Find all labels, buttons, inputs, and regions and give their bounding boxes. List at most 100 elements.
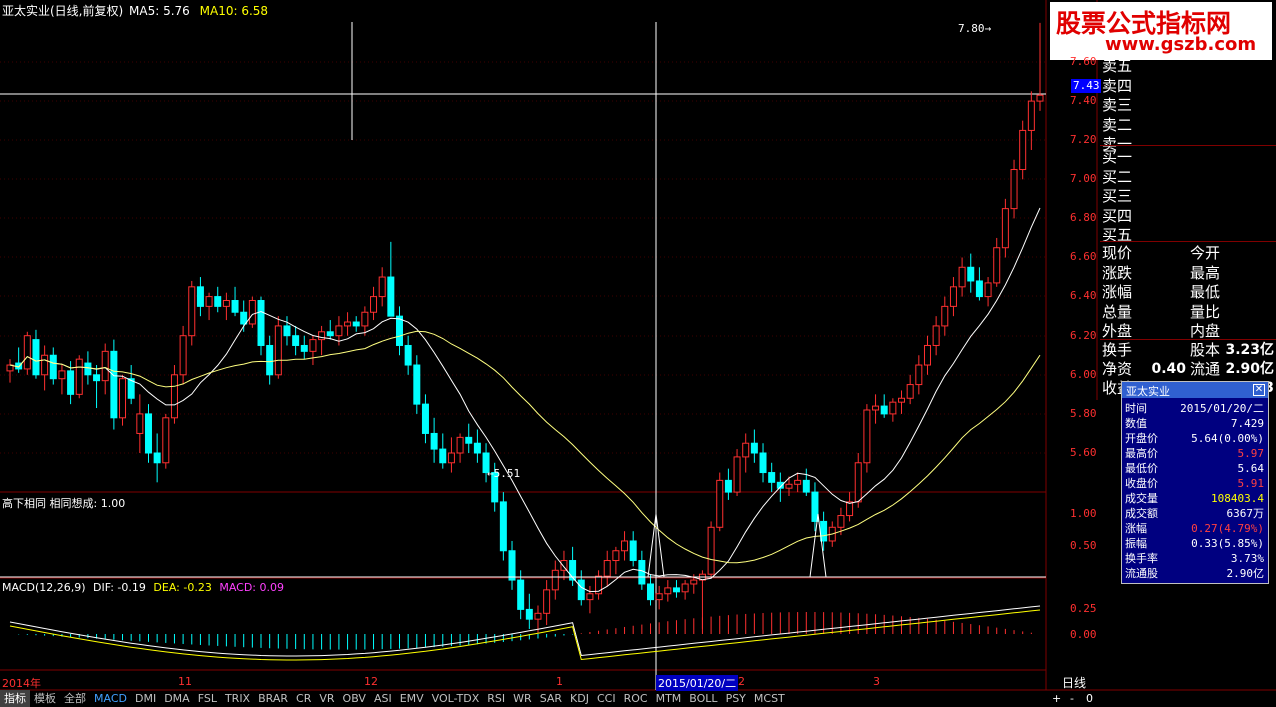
indicator-tab-fsl[interactable]: FSL bbox=[194, 690, 221, 707]
candle-body bbox=[93, 374, 101, 382]
candle-body bbox=[170, 374, 178, 419]
close-icon[interactable]: ✕ bbox=[1253, 384, 1265, 396]
candle-body bbox=[716, 479, 724, 528]
price-tick: 7.40 bbox=[1070, 94, 1097, 107]
candle-body bbox=[742, 442, 750, 458]
candle-body bbox=[923, 344, 931, 366]
candle-body bbox=[196, 286, 204, 307]
candle-body bbox=[837, 515, 845, 528]
candle-body bbox=[941, 305, 949, 327]
candle-body bbox=[222, 300, 230, 307]
candle-body bbox=[690, 579, 698, 585]
dea-line bbox=[9, 609, 1041, 661]
stat-label: 最低 bbox=[1190, 283, 1221, 301]
sell-level-label: 卖三 bbox=[1102, 96, 1133, 114]
indicator-tab-trix[interactable]: TRIX bbox=[221, 690, 254, 707]
candle-body bbox=[361, 311, 369, 327]
indicator-tab-sar[interactable]: SAR bbox=[536, 690, 566, 707]
indicator-tab-vol-tdx[interactable]: VOL-TDX bbox=[428, 690, 484, 707]
info-row: 换手率 3.73% bbox=[1122, 551, 1268, 566]
info-row: 涨幅 0.27(4.79%) bbox=[1122, 521, 1268, 536]
zoom-in-button[interactable]: + bbox=[1052, 690, 1061, 707]
candle-body bbox=[1036, 94, 1044, 102]
candle-body bbox=[266, 344, 274, 376]
candle-body bbox=[214, 296, 222, 307]
net-assets-label: 净资 bbox=[1102, 360, 1133, 378]
candle-body bbox=[404, 344, 412, 366]
candle-body bbox=[58, 370, 66, 380]
divider bbox=[1100, 145, 1276, 146]
stat-label: 量比 bbox=[1190, 302, 1221, 321]
candle-body bbox=[551, 569, 559, 591]
indicator-tab-kdj[interactable]: KDJ bbox=[566, 690, 593, 707]
divider bbox=[1100, 241, 1276, 242]
buy-level-label: 买五 bbox=[1102, 226, 1133, 244]
sell-level-label: 卖四 bbox=[1102, 76, 1133, 95]
candle-body bbox=[1010, 169, 1018, 210]
stat-label: 现价 bbox=[1102, 244, 1133, 262]
candle-body bbox=[1027, 100, 1035, 131]
info-value: 0.33(5.85%) bbox=[1191, 537, 1264, 550]
price-tick: 6.40 bbox=[1070, 289, 1097, 302]
candle-body bbox=[370, 296, 378, 313]
indicator-tab-vr[interactable]: VR bbox=[315, 690, 338, 707]
indicator-tab-brar[interactable]: BRAR bbox=[254, 690, 292, 707]
candle-body bbox=[846, 501, 854, 517]
candle-body bbox=[655, 593, 663, 601]
info-value: 2.90亿 bbox=[1226, 567, 1265, 580]
macd-title: MACD(12,26,9) DIF: -0.19 DEA: -0.23 MACD… bbox=[2, 581, 284, 594]
indicator-tab-wr[interactable]: WR bbox=[509, 690, 536, 707]
indicator-tab-mtm[interactable]: MTM bbox=[652, 690, 686, 707]
indicator-tab-obv[interactable]: OBV bbox=[339, 690, 370, 707]
info-key: 流通股 bbox=[1125, 567, 1158, 580]
candle-body bbox=[984, 282, 992, 298]
candle-body bbox=[119, 378, 127, 419]
buy-level-label: 买二 bbox=[1102, 167, 1133, 186]
indicator-tab-rsi[interactable]: RSI bbox=[483, 690, 509, 707]
indicator-tab-模板[interactable]: 模板 bbox=[30, 690, 60, 707]
indicator-tab-全部[interactable]: 全部 bbox=[60, 690, 90, 707]
info-popup[interactable]: 亚太实业 ✕ 时间 2015/01/20/二 数值 7.429 开盘价 5.64(0.00… bbox=[1121, 381, 1269, 584]
price-tick: 5.60 bbox=[1070, 446, 1097, 459]
candle-body bbox=[621, 540, 629, 552]
zoom-out-button[interactable]: - bbox=[1070, 690, 1074, 707]
indicator-tab-roc[interactable]: ROC bbox=[620, 690, 652, 707]
candle-body bbox=[586, 593, 594, 601]
sell-level-label: 卖二 bbox=[1102, 115, 1133, 134]
info-row: 振幅 0.33(5.85%) bbox=[1122, 536, 1268, 551]
indicator-toolbar: 指标 模板 全部 MACD DMI DMA FSL TRIX BRAR CR VR OBV ASI EMV… bbox=[0, 690, 1050, 707]
indicator-tab-psy[interactable]: PSY bbox=[722, 690, 750, 707]
date-label: 11 bbox=[178, 675, 192, 688]
date-label: 2 bbox=[738, 675, 745, 688]
indicator-tab-macd[interactable]: MACD bbox=[90, 690, 131, 707]
candle-body bbox=[898, 397, 906, 403]
indicator-tab-mcst[interactable]: MCST bbox=[750, 690, 789, 707]
indicator-tab-dma[interactable]: DMA bbox=[160, 690, 194, 707]
indicator-tab-asi[interactable]: ASI bbox=[370, 690, 396, 707]
info-row: 最低价 5.64 bbox=[1122, 461, 1268, 476]
indicator-tab-dmi[interactable]: DMI bbox=[131, 690, 160, 707]
stat-label: 今开 bbox=[1190, 244, 1221, 262]
candle-body bbox=[603, 560, 611, 577]
indicator-tab-boll[interactable]: BOLL bbox=[685, 690, 721, 707]
candle-body bbox=[949, 286, 957, 307]
indicator-tab-指标[interactable]: 指标 bbox=[0, 690, 30, 707]
period-label[interactable]: 日线 bbox=[1062, 674, 1086, 691]
candle-body bbox=[240, 311, 248, 325]
candle-body bbox=[707, 526, 715, 575]
indicator-tab-emv[interactable]: EMV bbox=[396, 690, 428, 707]
ma10-label: MA10: 6.58 bbox=[199, 4, 269, 18]
info-popup-title: 亚太实业 bbox=[1126, 385, 1170, 398]
candle-body bbox=[23, 335, 31, 370]
indicator-tab-cci[interactable]: CCI bbox=[593, 690, 620, 707]
candle-body bbox=[413, 364, 421, 405]
candle-body bbox=[274, 325, 282, 376]
info-row: 成交额 6367万 bbox=[1122, 506, 1268, 521]
candle-body bbox=[318, 331, 326, 341]
info-popup-titlebar[interactable]: 亚太实业 ✕ bbox=[1122, 382, 1268, 398]
candle-body bbox=[144, 413, 152, 454]
macd-tick-2: 0.00 bbox=[1070, 628, 1097, 641]
indicator-tab-cr[interactable]: CR bbox=[292, 690, 315, 707]
info-key: 最高价 bbox=[1125, 447, 1158, 460]
candle-body bbox=[958, 266, 966, 288]
